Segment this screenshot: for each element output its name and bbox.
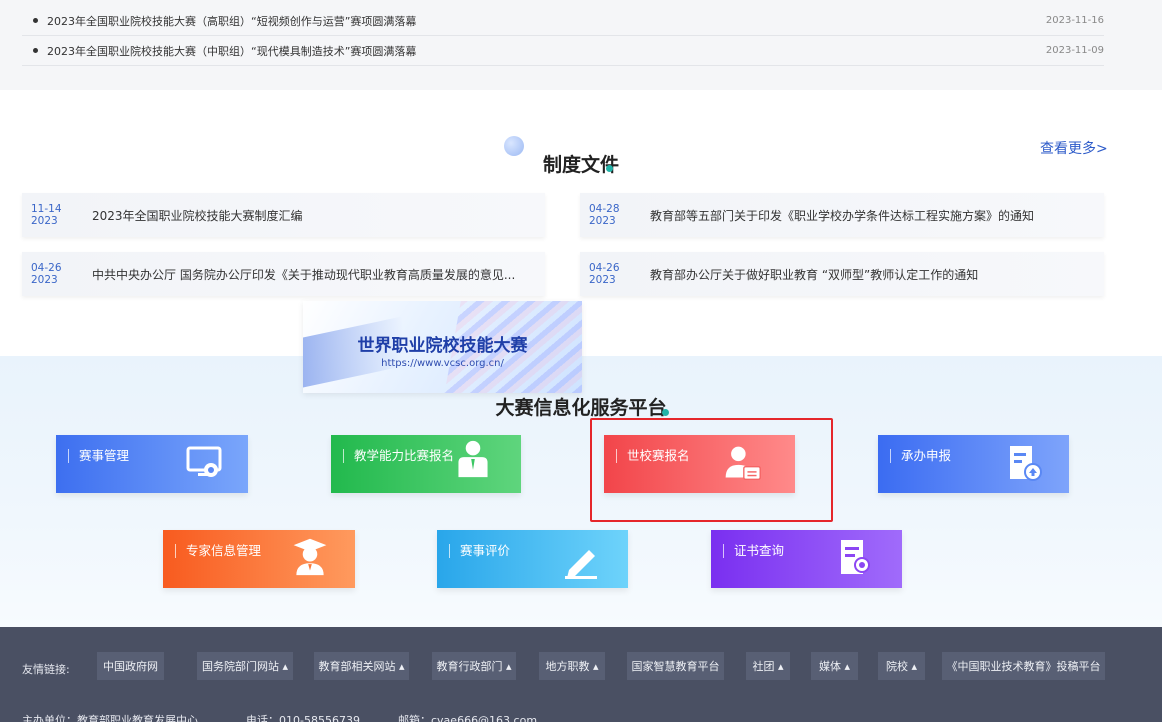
tile-hosting-application[interactable]: 承办申报 [878, 435, 1069, 493]
certificate-icon [841, 540, 870, 574]
tile-expert-info-management[interactable]: 专家信息管理 [163, 530, 355, 588]
banner-title: 世界职业院校技能大赛 [357, 336, 528, 356]
news-date: 2023-11-09 [1045, 45, 1104, 56]
doc-date-year: 2023 [589, 274, 616, 286]
doc-item[interactable]: 04-26 2023 教育部办公厅关于做好职业教育 “双师型”教师认定工作的通知 [580, 252, 1104, 296]
doc-date: 04-28 2023 [580, 203, 638, 227]
monitor-gear-icon [186, 446, 222, 477]
doc-date: 04-26 2023 [22, 262, 80, 286]
title-dot-icon [606, 165, 613, 172]
doc-title[interactable]: 2023年全国职业院校技能大赛制度汇编 [80, 207, 303, 224]
docs-section-title-wrap: 制度文件 [0, 136, 1162, 177]
news-item[interactable]: 2023年全国职业院校技能大赛（中职组）“现代模具制造技术”赛项圆满落幕 202… [22, 36, 1104, 66]
footer-email: 邮箱：cvae666@163.com [398, 714, 538, 722]
friend-link[interactable]: 《中国职业技术教育》投稿平台 [942, 652, 1105, 680]
doc-item[interactable]: 04-28 2023 教育部等五部门关于印发《职业学校办学条件达标工程实施方案》… [580, 193, 1104, 237]
tile-certificate-query[interactable]: 证书查询 [711, 530, 902, 588]
doc-date-md: 04-28 [589, 203, 620, 215]
tile-label: 教学能力比赛报名 [343, 449, 454, 463]
doc-date-md: 04-26 [31, 262, 62, 274]
tile-event-evaluation[interactable]: 赛事评价 [437, 530, 628, 588]
highlight-box [590, 418, 833, 522]
friend-link[interactable]: 教育行政部门 ▴ [432, 652, 516, 680]
friend-link[interactable]: 中国政府网 [97, 652, 164, 680]
friend-link[interactable]: 国务院部门网站 ▴ [197, 652, 293, 680]
doc-title[interactable]: 教育部等五部门关于印发《职业学校办学条件达标工程实施方案》的通知 [638, 207, 1034, 224]
document-upload-icon [1010, 446, 1042, 481]
bullet-icon [33, 48, 38, 53]
doc-date-year: 2023 [589, 215, 616, 227]
view-more-link[interactable]: 查看更多> [1040, 138, 1108, 158]
friendly-links-label: 友情链接: [22, 663, 70, 676]
doc-date: 04-26 2023 [580, 262, 638, 286]
friend-link[interactable]: 地方职教 ▴ [539, 652, 605, 680]
news-title[interactable]: 2023年全国职业院校技能大赛（高职组）“短视频创作与运营”赛项圆满落幕 [47, 13, 1046, 29]
graduate-icon [293, 538, 327, 576]
friend-link[interactable]: 国家智慧教育平台 [627, 652, 724, 680]
friend-link[interactable]: 院校 ▴ [878, 652, 925, 680]
title-dot-icon [662, 409, 669, 416]
news-strip: 2023年全国职业院校技能大赛（高职组）“短视频创作与运营”赛项圆满落幕 202… [0, 0, 1162, 90]
doc-title[interactable]: 教育部办公厅关于做好职业教育 “双师型”教师认定工作的通知 [638, 266, 978, 283]
doc-item[interactable]: 04-26 2023 中共中央办公厅 国务院办公厅印发《关于推动现代职业教育高质… [22, 252, 545, 296]
doc-date-md: 04-26 [589, 262, 620, 274]
news-item[interactable]: 2023年全国职业院校技能大赛（高职组）“短视频创作与运营”赛项圆满落幕 202… [22, 6, 1104, 36]
doc-item[interactable]: 11-14 2023 2023年全国职业院校技能大赛制度汇编 [22, 193, 545, 237]
tile-label: 专家信息管理 [175, 544, 261, 558]
tile-event-management[interactable]: 赛事管理 [56, 435, 248, 493]
footer-phone: 电话：010-58556739 [246, 714, 360, 722]
friend-link[interactable]: 媒体 ▴ [811, 652, 858, 680]
doc-date-year: 2023 [31, 215, 58, 227]
platform-title-wrap: 大赛信息化服务平台 [0, 393, 1162, 420]
doc-date: 11-14 2023 [22, 203, 80, 227]
tile-label: 承办申报 [890, 449, 951, 463]
tile-label: 赛事管理 [68, 449, 129, 463]
news-title[interactable]: 2023年全国职业院校技能大赛（中职组）“现代模具制造技术”赛项圆满落幕 [47, 43, 1046, 59]
footer-host: 主办单位：教育部职业教育发展中心 [22, 714, 198, 722]
title-decoration-icon [504, 136, 524, 156]
teacher-icon [458, 440, 488, 478]
tile-teaching-competition-signup[interactable]: 教学能力比赛报名 [331, 435, 521, 493]
friend-link[interactable]: 教育部相关网站 ▴ [314, 652, 409, 680]
doc-date-md: 11-14 [31, 203, 62, 215]
banner-url: https://www.vcsc.org.cn/ [381, 358, 504, 369]
doc-date-year: 2023 [31, 274, 58, 286]
doc-title[interactable]: 中共中央办公厅 国务院办公厅印发《关于推动现代职业教育高质量发展的意见... [80, 266, 515, 283]
tile-label: 赛事评价 [449, 544, 510, 558]
friend-link[interactable]: 社团 ▴ [746, 652, 790, 680]
news-date: 2023-11-16 [1045, 15, 1104, 26]
platform-title: 大赛信息化服务平台 [495, 397, 667, 419]
tile-label: 证书查询 [723, 544, 784, 558]
worldskills-banner[interactable]: 世界职业院校技能大赛 https://www.vcsc.org.cn/ [303, 301, 582, 393]
pen-edit-icon [565, 550, 597, 579]
bullet-icon [33, 18, 38, 23]
footer: 友情链接: 中国政府网 国务院部门网站 ▴ 教育部相关网站 ▴ 教育行政部门 ▴… [0, 627, 1162, 722]
